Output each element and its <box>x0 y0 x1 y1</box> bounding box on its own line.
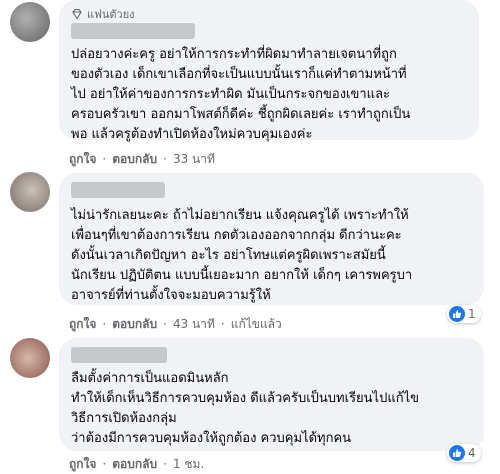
avatar[interactable] <box>10 172 50 212</box>
avatar[interactable] <box>10 2 50 42</box>
reaction-summary[interactable]: 1 <box>447 305 481 323</box>
timestamp[interactable]: 1 ชม. <box>173 455 204 474</box>
reply-link[interactable]: ตอบกลับ <box>112 150 157 169</box>
timestamp[interactable]: 43 นาที <box>173 315 215 334</box>
like-link[interactable]: ถูกใจ <box>69 315 96 334</box>
like-link[interactable]: ถูกใจ <box>69 455 96 474</box>
reaction-count: 4 <box>468 446 476 460</box>
separator: · <box>163 152 167 166</box>
comment-actions: ถูกใจ · ตอบกลับ · 1 ชม. <box>69 456 204 472</box>
comment-actions: ถูกใจ · ตอบกลับ · 43 นาที · แก้ไขแล้ว <box>69 316 282 332</box>
diamond-icon <box>72 8 82 20</box>
separator: · <box>102 317 107 331</box>
like-link[interactable]: ถูกใจ <box>69 150 96 169</box>
timestamp[interactable]: 33 นาที <box>173 150 215 169</box>
separator: · <box>163 317 167 331</box>
reply-link[interactable]: ตอบกลับ <box>112 315 157 334</box>
separator: · <box>102 152 107 166</box>
like-reaction-icon <box>449 445 465 461</box>
reaction-count: 1 <box>468 307 476 321</box>
comment-bubble: ไม่น่ารักเลยนะคะ ถ้าไม่อยากเรียน แจ้งคุณ… <box>59 173 484 305</box>
comment-text: ไม่น่ารักเลยนะคะ ถ้าไม่อยากเรียน แจ้งคุณ… <box>71 208 413 303</box>
reply-link[interactable]: ตอบกลับ <box>112 455 157 474</box>
author-name[interactable] <box>71 182 165 198</box>
separator: · <box>220 317 225 331</box>
like-reaction-icon <box>449 306 465 322</box>
author-name[interactable] <box>71 347 167 363</box>
badge-label: แฟนตัวยง <box>87 7 135 21</box>
reaction-summary[interactable]: 4 <box>447 444 481 462</box>
comment-actions: ถูกใจ · ตอบกลับ · 33 นาที <box>69 151 215 167</box>
author-name[interactable] <box>71 23 195 39</box>
avatar[interactable] <box>10 338 50 378</box>
edited-label[interactable]: แก้ไขแล้ว <box>231 315 282 334</box>
fan-badge: แฟนตัวยง <box>71 6 467 21</box>
comment-bubble: ลืมตั้งค่าการเป็นแอดมินหลัก ทำให้เด็กเห็… <box>59 338 484 451</box>
comment-text: ปล่อยวางค่ะครู อย่าให้การกระทำที่ผิดมาทำ… <box>71 47 411 142</box>
comment-text: ลืมตั้งค่าการเป็นแอดมินหลัก ทำให้เด็กเห็… <box>71 371 420 446</box>
comment-bubble: แฟนตัวยง ปล่อยวางค่ะครู อย่าให้การกระทำท… <box>59 0 479 142</box>
